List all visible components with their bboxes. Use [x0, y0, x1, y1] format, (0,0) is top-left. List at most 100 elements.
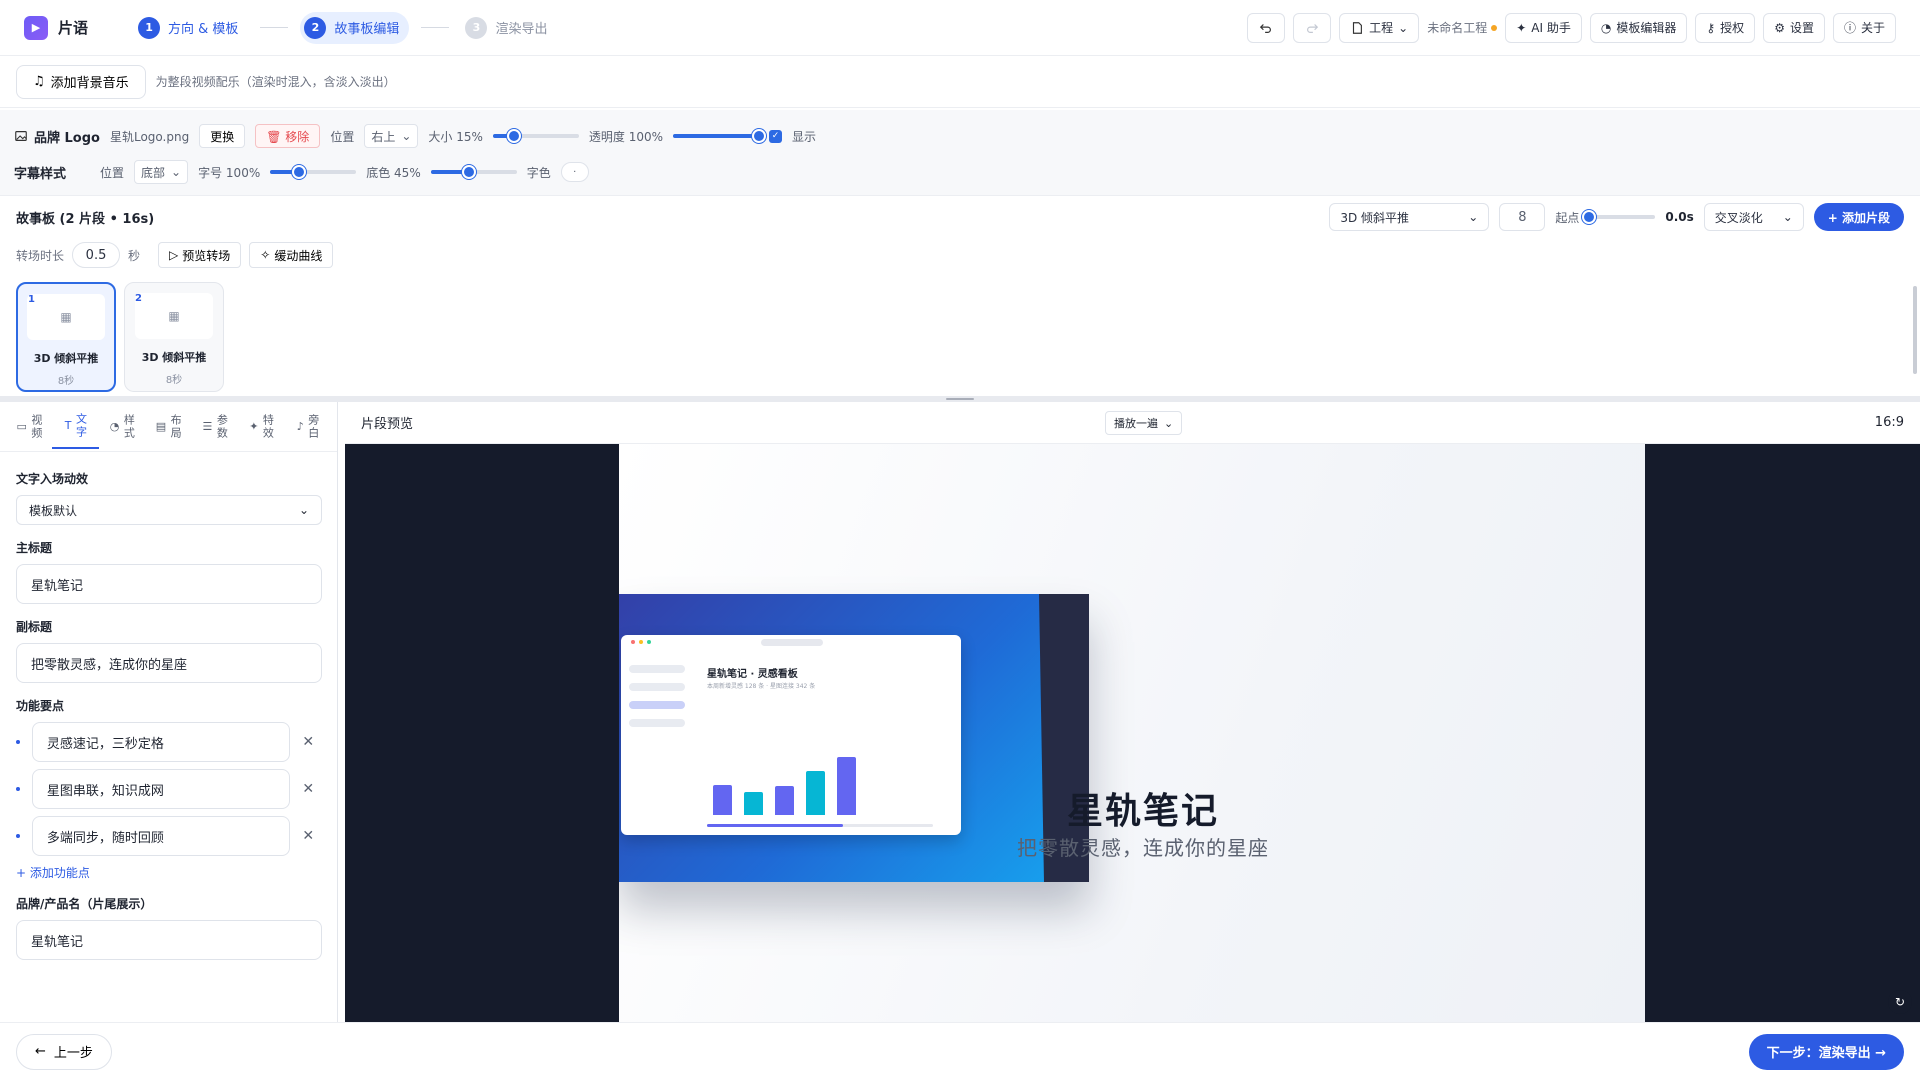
tab-narration[interactable]: ♪ 旁白 [285, 405, 331, 449]
logo-position-select[interactable]: 右上 ⌄ [364, 124, 419, 148]
palette-icon: ◔ [109, 420, 120, 433]
sparkle-icon: ✦ [249, 420, 259, 433]
properties-panel: ▭ 视频 T 文字 ◔ 样式 ▤ 布局 ☰ 参数 ✦ 特效 ♪ 旁白 文字入场动效 模板默认 … [0, 402, 338, 1022]
start-value: 0.0s [1665, 210, 1694, 224]
prev-step-button[interactable]: ← 上一步 [16, 1033, 112, 1070]
ai-assistant-button[interactable]: ✦ AI 助手 [1505, 12, 1582, 43]
title-label: 主标题 [16, 541, 53, 555]
step-label: 渲染导出 [495, 22, 548, 37]
feature-row: 星图串联，知识成网 ✕ [16, 769, 321, 809]
logo-show-label: 显示 [792, 129, 817, 144]
settings-label: 设置 [1789, 21, 1814, 35]
text-anim-select[interactable]: 模板默认 ⌄ [16, 495, 322, 525]
gear-icon: ⚙ [1774, 20, 1785, 35]
film-icon: ▦ [27, 294, 105, 340]
tab-text[interactable]: T 文字 [52, 405, 99, 449]
step-label: 方向 & 模板 [168, 22, 239, 37]
mock-bar [775, 786, 794, 815]
trash-icon: 🗑 [266, 129, 282, 144]
feature-input[interactable]: 星图串联，知识成网 [31, 769, 290, 809]
feature-input[interactable]: 灵感速记，三秒定格 [31, 722, 290, 762]
chevron-down-icon: ⌄ [401, 129, 412, 143]
scrollbar[interactable] [1913, 286, 1917, 374]
remove-logo-button[interactable]: 🗑 移除 [255, 124, 321, 148]
logo-show-checkbox[interactable]: ✓ [769, 129, 783, 143]
bg-opacity-slider[interactable] [430, 163, 517, 181]
next-step-button[interactable]: 下一步：渲染导出 → [1748, 1033, 1904, 1070]
text-icon: T [64, 419, 72, 432]
close-icon[interactable]: ✕ [296, 776, 322, 802]
top-bar: ▶ 片语 1 方向 & 模板 2 故事板编辑 3 渲染导出 工程 ⌄ 未命名工程… [0, 0, 1920, 56]
transition-row: 转场时长 0.5 秒 ▷ 预览转场 ✧ 缓动曲线 [16, 238, 1904, 272]
transition-duration-input[interactable]: 0.5 [72, 242, 121, 268]
clip-card[interactable]: 2 ▦ 3D 倾斜平推 8秒 [124, 282, 224, 392]
logo-opacity-slider[interactable] [673, 127, 767, 145]
preview-transition-button[interactable]: ▷ 预览转场 [158, 242, 242, 268]
brand-label: 品牌/产品名（片尾展示） [16, 897, 153, 911]
clip-index: 1 [28, 294, 35, 305]
music-hint: 为整段视频配乐（渲染时混入，含淡入淡出） [155, 75, 396, 89]
project-menu-button[interactable]: 工程 ⌄ [1339, 12, 1420, 43]
step-render-export[interactable]: 3 渲染导出 [461, 12, 557, 44]
add-music-button[interactable]: ♫ 添加背景音乐 [16, 64, 146, 99]
mock-bar-chart [713, 755, 863, 815]
add-clip-button[interactable]: + 添加片段 [1813, 203, 1904, 231]
tab-style[interactable]: ◔ 样式 [99, 405, 145, 449]
title-input[interactable]: 星轨笔记 [16, 564, 322, 604]
add-feature-link[interactable]: + 添加功能点 [16, 864, 321, 881]
logo-size-slider[interactable] [492, 127, 579, 145]
settings-button[interactable]: ⚙ 设置 [1763, 12, 1825, 43]
tab-params[interactable]: ☰ 参数 [192, 405, 238, 449]
step-direction-template[interactable]: 1 方向 & 模板 [134, 12, 248, 44]
chevron-down-icon: ⌄ [1398, 20, 1409, 35]
subtitle-position-select[interactable]: 底部 ⌄ [134, 160, 189, 184]
file-icon [1353, 21, 1363, 34]
sparkle-icon: ✦ [1516, 20, 1527, 35]
tab-label: 参数 [215, 413, 229, 440]
clip-template-select[interactable]: 3D 倾斜平推 ⌄ [1329, 203, 1490, 231]
tab-effects[interactable]: ✦ 特效 [238, 405, 284, 449]
easing-curve-button[interactable]: ✧ 缓动曲线 [249, 242, 334, 268]
chevron-down-icon: ⌄ [1468, 210, 1479, 224]
resize-handle[interactable] [946, 398, 974, 400]
window-url-bar [761, 639, 823, 646]
license-button[interactable]: ⚷ 授权 [1695, 12, 1756, 43]
app-window-mockup: 星轨笔记 · 灵感看板 本周新增灵感 128 条 · 星图连接 342 条 [621, 635, 961, 835]
text-anim-value: 模板默认 [29, 503, 78, 518]
tab-video[interactable]: ▭ 视频 [6, 405, 52, 449]
clip-duration: 8秒 [57, 376, 75, 387]
replace-logo-button[interactable]: 更换 [199, 124, 246, 148]
text-form: 文字入场动效 模板默认 ⌄ 主标题 星轨笔记 副标题 把零散灵感，连成你的星座 … [0, 452, 337, 960]
clip-count-input[interactable]: 8 [1499, 203, 1546, 231]
transition-value: 交叉淡化 [1714, 210, 1763, 225]
step-storyboard-edit[interactable]: 2 故事板编辑 [300, 11, 410, 44]
prev-step-label: 上一步 [53, 1046, 93, 1061]
font-size-slider[interactable] [270, 163, 357, 181]
refresh-icon[interactable]: ↻ [1888, 990, 1912, 1014]
brand-input[interactable]: 星轨笔记 [16, 920, 322, 960]
tab-layout[interactable]: ▤ 布局 [145, 405, 191, 449]
clip-card[interactable]: 1 ▦ 3D 倾斜平推 8秒 [16, 282, 116, 392]
step-label: 故事板编辑 [334, 22, 400, 37]
tab-label: 文字 [74, 412, 88, 439]
subtitle-style-row: 字幕样式 位置 底部 ⌄ 字号 100% 底色 45% 字色 · [14, 154, 1906, 190]
storyboard-title: 故事板 (2 片段 • 16s) [16, 211, 155, 227]
easing-curve-label: 缓动曲线 [274, 248, 323, 263]
feature-input[interactable]: 多端同步，随时回顾 [31, 816, 290, 856]
template-editor-button[interactable]: ◔ 模板编辑器 [1589, 12, 1688, 43]
about-button[interactable]: ⓘ 关于 [1832, 12, 1896, 43]
close-icon[interactable]: ✕ [296, 729, 322, 755]
close-icon[interactable]: ✕ [296, 823, 322, 849]
transition-select[interactable]: 交叉淡化 ⌄ [1703, 203, 1804, 231]
subtitle-position-value: 底部 [141, 165, 166, 180]
tab-label: 布局 [169, 413, 183, 440]
subtitle-style-label: 字幕样式 [14, 166, 67, 182]
step-separator [260, 27, 289, 28]
tab-label: 旁白 [306, 413, 320, 440]
undo-button[interactable] [1247, 12, 1286, 43]
font-color-picker[interactable]: · [560, 162, 589, 182]
subtitle-input[interactable]: 把零散灵感，连成你的星座 [16, 643, 322, 683]
redo-button[interactable] [1293, 12, 1332, 43]
play-mode-select[interactable]: 播放一遍 ⌄ [1105, 411, 1183, 435]
start-slider[interactable] [1582, 208, 1656, 226]
